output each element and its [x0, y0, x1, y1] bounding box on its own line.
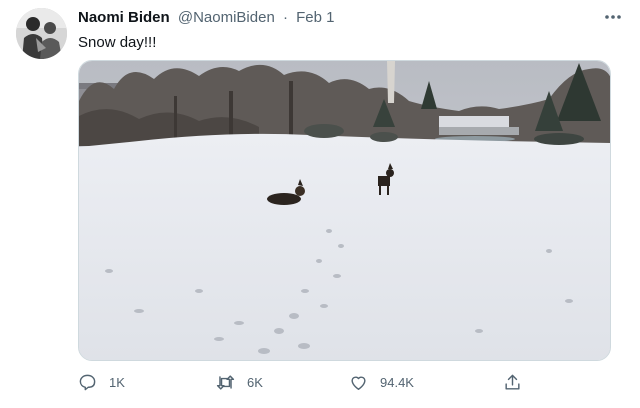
author-display-name[interactable]: Naomi Biden [78, 9, 170, 26]
avatar[interactable] [16, 8, 67, 59]
tweet-text: Snow day!!! [78, 34, 157, 51]
retweet-count: 6K [247, 374, 263, 390]
header-separator: · [282, 9, 288, 26]
tweet-actions: 1K 6K 94.4K [78, 370, 611, 394]
tweet-card[interactable]: Naomi Biden @NaomiBiden · Feb 1 Snow day… [0, 0, 640, 408]
tweet-photo[interactable] [78, 60, 611, 361]
like-count: 94.4K [380, 374, 414, 390]
retweet-button[interactable]: 6K [216, 370, 263, 394]
tweet-date[interactable]: Feb 1 [296, 9, 334, 26]
more-options-button[interactable] [602, 8, 624, 26]
profile-photo-icon [16, 8, 67, 59]
share-button[interactable] [503, 370, 522, 394]
tweet-header: Naomi Biden @NaomiBiden · Feb 1 [78, 9, 335, 27]
reply-icon [79, 374, 96, 390]
retweet-icon [216, 374, 235, 390]
heart-icon [351, 376, 366, 390]
share-icon [505, 374, 520, 390]
reply-count: 1K [109, 374, 125, 390]
more-horizontal-icon [605, 15, 621, 19]
reply-button[interactable]: 1K [78, 370, 125, 394]
like-button[interactable]: 94.4K [349, 370, 414, 394]
snow-lawn-dogs-photo [79, 61, 610, 360]
author-handle[interactable]: @NaomiBiden [178, 9, 275, 26]
